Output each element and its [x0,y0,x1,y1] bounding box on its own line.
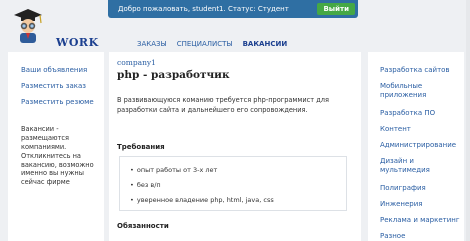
logout-button[interactable]: Выйти [317,3,355,15]
welcome-text: Добро пожаловать, student1. Статус: Студ… [118,5,289,13]
category-administration[interactable]: Администрирование [380,141,460,150]
category-printing[interactable]: Полиграфия [380,184,460,193]
vacancy-title: php - разработчик [117,69,230,81]
category-advertising-marketing[interactable]: Реклама и маркетинг [380,216,460,225]
post-order-link[interactable]: Разместить заказ [21,82,86,90]
company-link[interactable]: company1 [117,58,156,67]
site-logo[interactable]: WORK [10,6,110,49]
vacancies-note: Вакансии - размещаются компаниями. Откли… [21,125,94,187]
requirements-list: опыт работы от 3-х лет без в/п уверенное… [119,156,347,211]
main-nav: ЗАКАЗЫ СПЕЦИАЛИСТЫ ВАКАНСИИ [137,40,287,48]
list-item: опыт работы от 3-х лет [130,166,217,174]
category-misc[interactable]: Разное [380,232,460,241]
left-sidebar: Ваши объявления Разместить заказ Размест… [8,52,104,241]
student-with-binoculars-icon [14,9,42,43]
nav-item-orders[interactable]: ЗАКАЗЫ [137,40,167,48]
category-software-dev[interactable]: Разработка ПО [380,109,460,118]
page-scrollbar[interactable] [466,0,470,241]
nav-item-vacancies[interactable]: ВАКАНСИИ [243,40,288,48]
top-bar: Добро пожаловать, student1. Статус: Студ… [108,0,358,18]
right-sidebar: Разработка сайтов Мобильные приложения Р… [368,52,464,241]
category-engineering[interactable]: Инженерия [380,200,460,209]
category-web-dev[interactable]: Разработка сайтов [380,66,460,75]
nav-item-specialists[interactable]: СПЕЦИАЛИСТЫ [177,40,233,48]
vacancy-card: company1 php - разработчик В развивающую… [109,52,361,241]
list-item: уверенное владение php, html, java, css [130,196,274,204]
category-design-multimedia[interactable]: Дизайн и мультимедия [380,157,460,176]
requirements-heading: Требования [117,143,165,151]
my-ads-link[interactable]: Ваши объявления [21,66,87,74]
vacancy-description: В развивающуюся команию требуется php-пр… [117,96,329,114]
logo-word: WORK [56,36,99,49]
category-mobile-apps[interactable]: Мобильные приложения [380,82,460,101]
category-content[interactable]: Контент [380,125,460,134]
post-resume-link[interactable]: Разместить резюме [21,98,94,106]
duties-heading: Обязанности [117,222,169,230]
list-item: без в/п [130,181,161,189]
